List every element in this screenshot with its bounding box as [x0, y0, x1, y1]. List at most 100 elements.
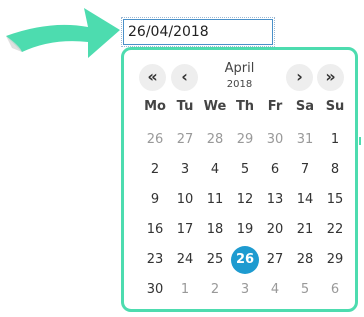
day-cell[interactable]: 4	[260, 275, 290, 305]
day-cell[interactable]: 1	[320, 125, 350, 155]
next-year-button[interactable]: »	[317, 64, 344, 91]
day-cell[interactable]: 28	[290, 245, 320, 275]
day-cell[interactable]: 1	[170, 275, 200, 305]
day-cell[interactable]: 19	[230, 215, 260, 245]
day-number: 8	[330, 162, 340, 177]
day-cell[interactable]: 16	[140, 215, 170, 245]
days-grid: 26 27 28 29 30 31 1 2 3 4 5 6 7 8 9 10 11 12 13 14 15 16 17 18 1…	[140, 125, 350, 305]
day-number: 30	[146, 282, 164, 297]
day-number: 31	[296, 132, 314, 147]
weekday-mo: Mo	[144, 99, 166, 114]
day-number: 13	[266, 192, 284, 207]
day-number: 12	[236, 192, 254, 207]
day-cell[interactable]: 20	[260, 215, 290, 245]
day-cell[interactable]: 3	[230, 275, 260, 305]
edge-mark	[359, 137, 361, 145]
day-number: 23	[146, 252, 164, 267]
day-cell[interactable]: 2	[200, 275, 230, 305]
weekday-th: Th	[235, 99, 255, 114]
day-number: 5	[240, 162, 250, 177]
day-number: 27	[176, 132, 194, 147]
day-cell[interactable]: 30	[140, 275, 170, 305]
day-number: 25	[206, 252, 224, 267]
weekday-we: We	[203, 99, 227, 114]
day-cell[interactable]: 29	[320, 245, 350, 275]
day-number: 28	[296, 252, 314, 267]
day-cell[interactable]: 11	[200, 185, 230, 215]
day-number: 6	[270, 162, 280, 177]
weekday-su: Su	[325, 99, 345, 114]
day-cell[interactable]: 24	[170, 245, 200, 275]
day-number: 6	[330, 282, 340, 297]
day-number: 4	[270, 282, 280, 297]
day-number: 1	[330, 132, 340, 147]
day-number: 17	[176, 222, 194, 237]
day-cell[interactable]: 31	[290, 125, 320, 155]
datepicker-header: « ‹ April 2018 › »	[124, 60, 355, 94]
day-number: 26	[231, 246, 259, 274]
day-number: 4	[210, 162, 220, 177]
day-cell[interactable]: 13	[260, 185, 290, 215]
day-number: 15	[326, 192, 344, 207]
day-cell[interactable]: 28	[200, 125, 230, 155]
day-number: 29	[326, 252, 344, 267]
day-number: 19	[236, 222, 254, 237]
day-number: 3	[180, 162, 190, 177]
day-cell[interactable]: 6	[260, 155, 290, 185]
day-cell[interactable]: 26	[140, 125, 170, 155]
weekday-tu: Tu	[176, 99, 194, 114]
weekday-header-row: Mo Tu We Th Fr Sa Su	[140, 97, 350, 117]
day-number: 30	[266, 132, 284, 147]
day-cell[interactable]: 15	[320, 185, 350, 215]
day-cell[interactable]: 23	[140, 245, 170, 275]
day-cell[interactable]: 30	[260, 125, 290, 155]
day-cell[interactable]: 22	[320, 215, 350, 245]
stage: « ‹ April 2018 › » MoTuWeThFrSaSu 262728…	[0, 0, 364, 317]
day-cell[interactable]: 9	[140, 185, 170, 215]
day-number: 10	[176, 192, 194, 207]
datepicker-popup: « ‹ April 2018 › » Mo Tu We Th Fr Sa Su 26 27 28…	[121, 47, 358, 312]
day-number: 18	[206, 222, 224, 237]
day-number: 2	[150, 162, 160, 177]
day-cell[interactable]: 8	[320, 155, 350, 185]
day-number: 9	[150, 192, 160, 207]
day-cell[interactable]: 2	[140, 155, 170, 185]
day-number: 27	[266, 252, 284, 267]
day-cell[interactable]: 12	[230, 185, 260, 215]
next-month-button[interactable]: ›	[286, 64, 313, 91]
day-cell[interactable]: 3	[170, 155, 200, 185]
day-number: 26	[146, 132, 164, 147]
day-number: 1	[180, 282, 190, 297]
date-input[interactable]	[121, 17, 275, 47]
day-number: 28	[206, 132, 224, 147]
day-cell[interactable]: 17	[170, 215, 200, 245]
day-cell[interactable]: 27	[260, 245, 290, 275]
day-cell[interactable]: 7	[290, 155, 320, 185]
day-cell[interactable]: 4	[200, 155, 230, 185]
day-cell[interactable]: 6	[320, 275, 350, 305]
day-number: 29	[236, 132, 254, 147]
day-number: 5	[300, 282, 310, 297]
day-number: 21	[296, 222, 314, 237]
day-number: 16	[146, 222, 164, 237]
day-cell[interactable]: 10	[170, 185, 200, 215]
weekday-fr: Fr	[267, 99, 283, 114]
day-cell[interactable]: 27	[170, 125, 200, 155]
day-cell[interactable]: 21	[290, 215, 320, 245]
day-cell[interactable]: 29	[230, 125, 260, 155]
day-cell-selected[interactable]: 26	[230, 245, 260, 275]
day-cell[interactable]: 18	[200, 215, 230, 245]
arrow-icon	[6, 8, 120, 58]
day-number: 24	[176, 252, 194, 267]
day-number: 11	[206, 192, 224, 207]
day-cell[interactable]: 5	[230, 155, 260, 185]
day-number: 22	[326, 222, 344, 237]
day-number: 3	[240, 282, 250, 297]
day-cell[interactable]: 5	[290, 275, 320, 305]
day-number: 14	[296, 192, 314, 207]
day-cell[interactable]: 14	[290, 185, 320, 215]
day-cell[interactable]: 25	[200, 245, 230, 275]
day-number: 2	[210, 282, 220, 297]
weekday-sa: Sa	[295, 99, 315, 114]
day-number: 7	[300, 162, 310, 177]
